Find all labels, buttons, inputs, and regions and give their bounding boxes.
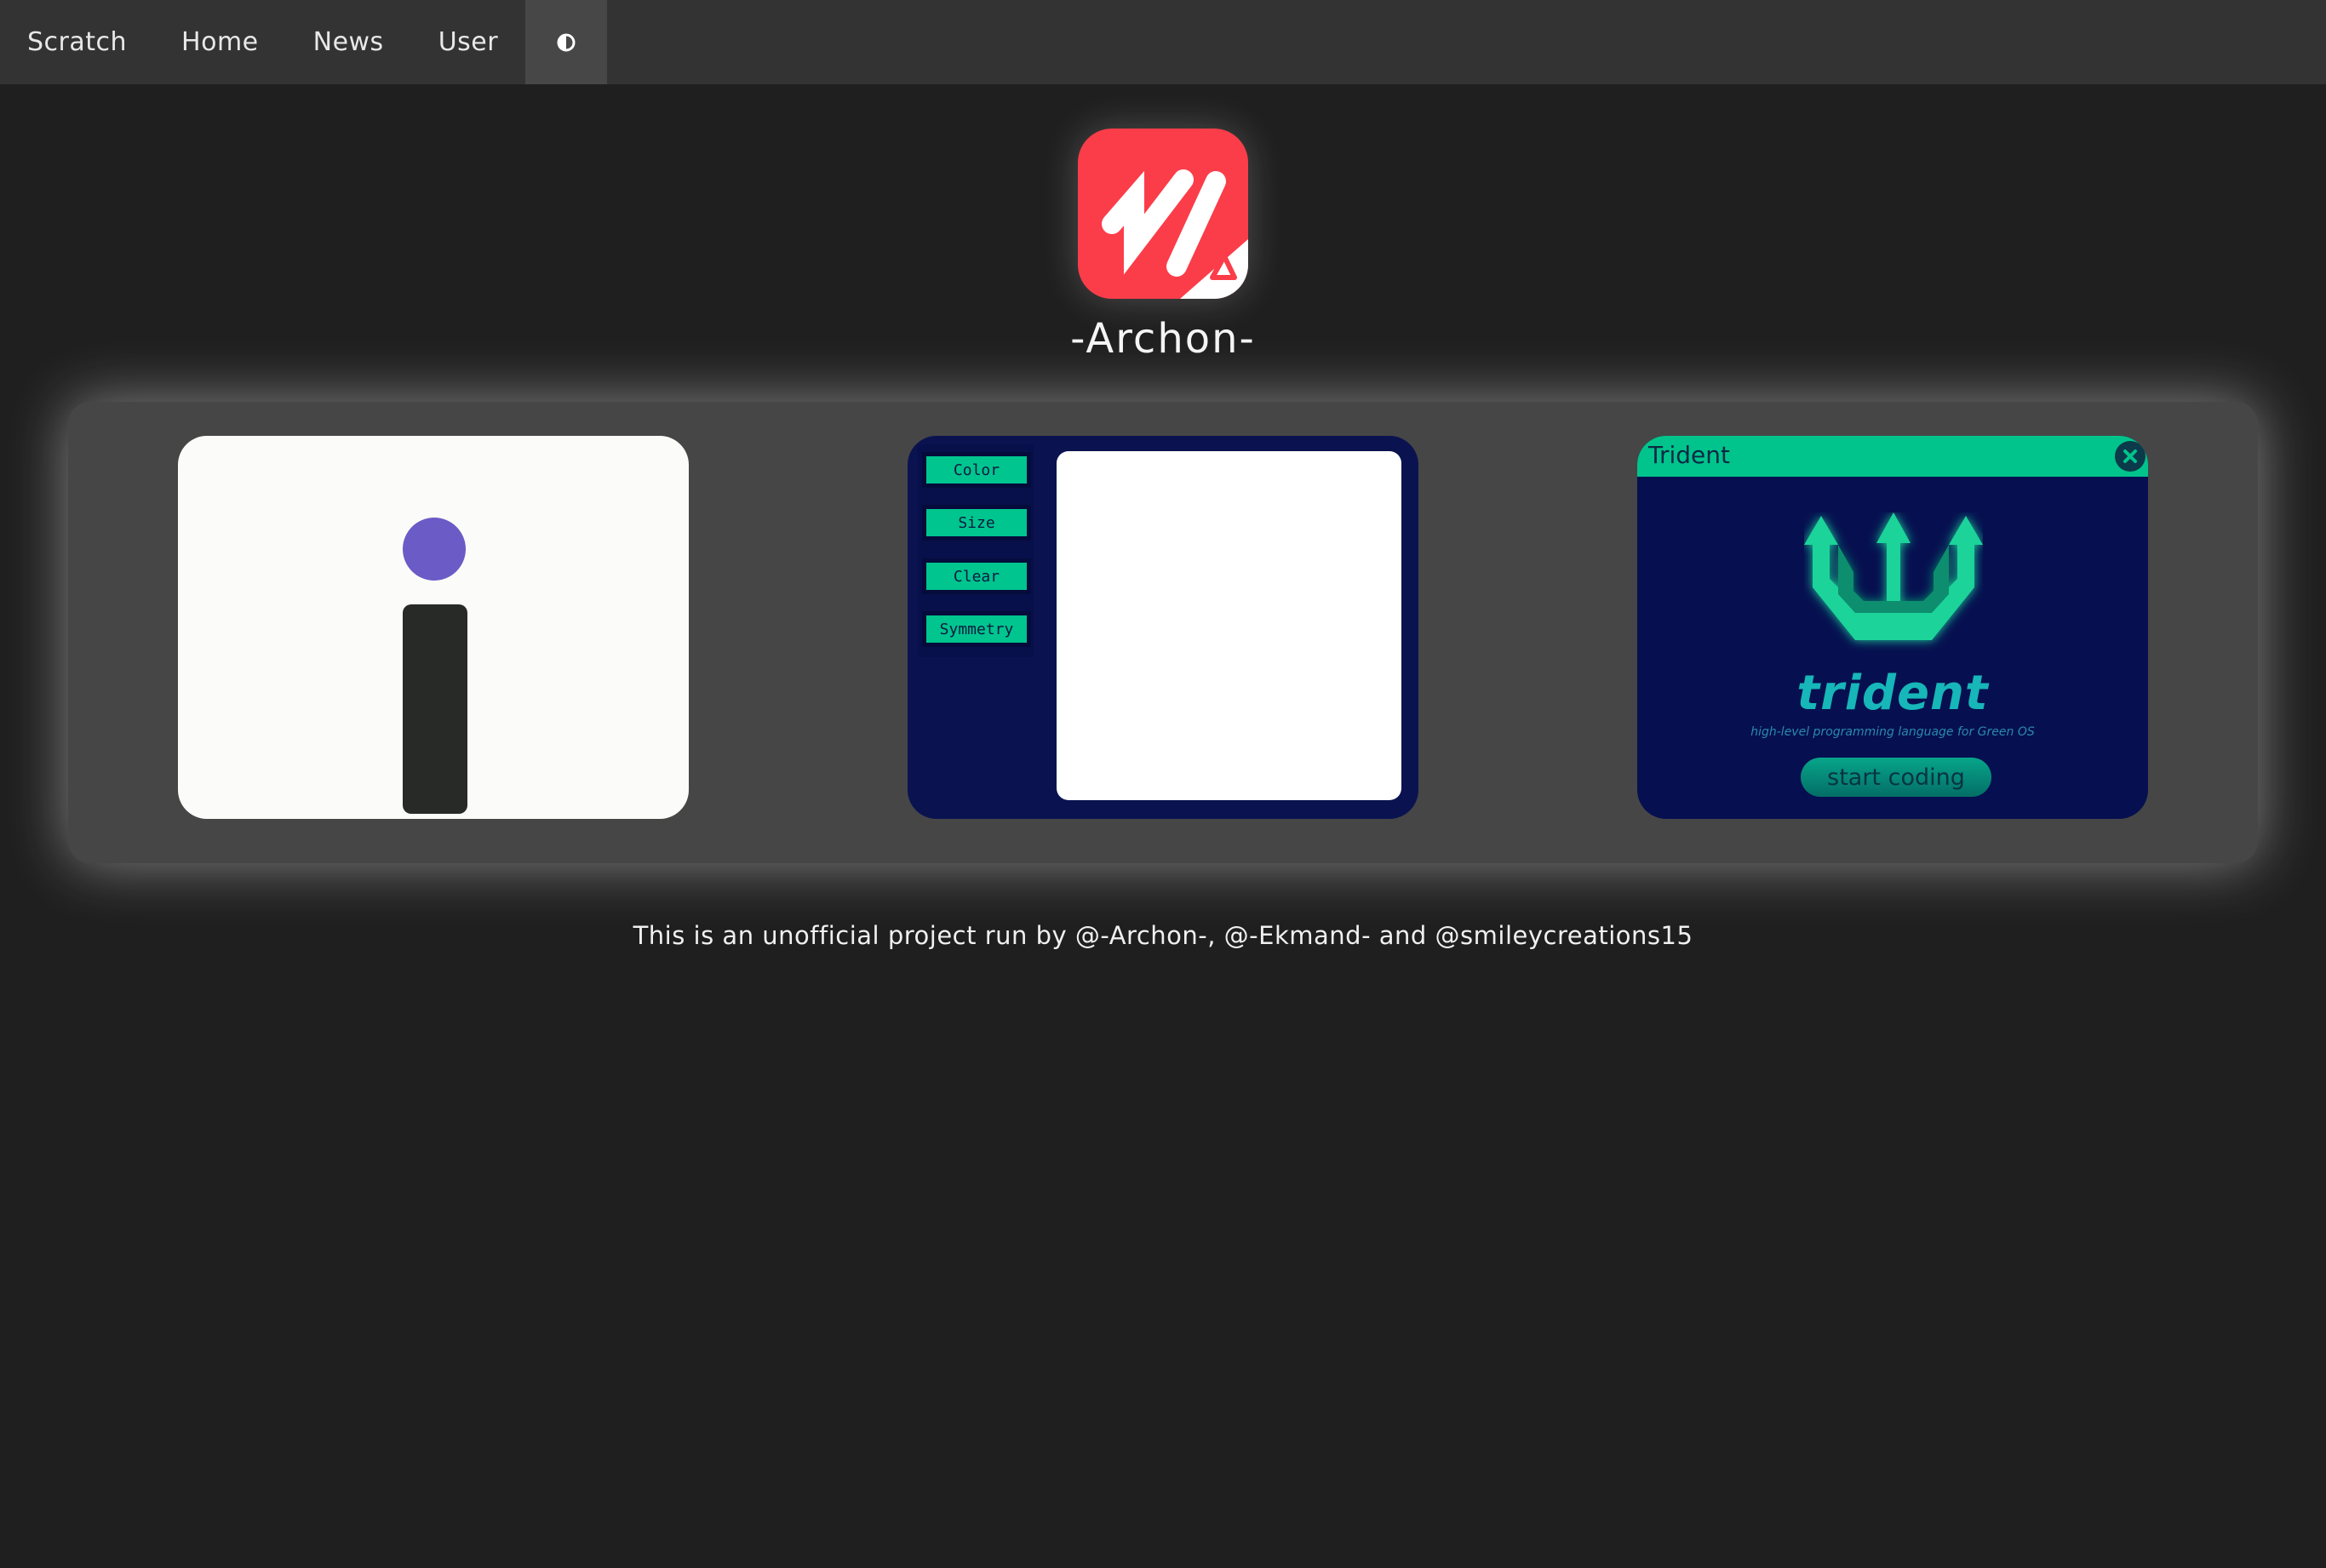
paint-canvas[interactable] [1057,451,1401,800]
symmetry-button[interactable]: Symmetry [926,615,1027,643]
footer-credits: This is an unofficial project run by @-A… [633,921,1693,950]
trident-window-title: Trident [1648,441,1731,469]
brand-title: -Archon- [1070,315,1256,363]
close-icon [2123,449,2137,463]
info-icon-dot [403,518,466,581]
nav-item-home[interactable]: Home [154,0,286,84]
archon-logo [1078,129,1248,299]
project-card-paint[interactable]: Color Size Clear Symmetry [908,436,1418,819]
project-card-trident[interactable]: Trident trident high-level programming l… [1637,436,2148,819]
project-card-info[interactable] [178,436,689,819]
trident-tagline: high-level programming language for Gree… [1750,725,2035,739]
contrast-icon [557,33,576,51]
nav-item-news[interactable]: News [286,0,411,84]
close-button[interactable] [2115,441,2146,472]
nav-item-user[interactable]: User [411,0,525,84]
trident-emblem-icon [1804,512,1983,640]
color-button[interactable]: Color [926,456,1027,484]
theme-toggle-button[interactable] [525,0,608,84]
trident-window-header: Trident [1637,436,2148,477]
nav-item-scratch[interactable]: Scratch [0,0,154,84]
paint-tool-panel: Color Size Clear Symmetry [918,444,1034,657]
trident-wordmark: trident [1796,666,1989,721]
size-button[interactable]: Size [926,509,1027,536]
top-nav-bar: Scratch Home News User [0,0,2326,84]
info-icon-stem [403,604,467,814]
project-showcase: Color Size Clear Symmetry Trident triden… [68,402,2258,863]
start-coding-button[interactable]: start coding [1801,758,1991,797]
clear-button[interactable]: Clear [926,563,1027,590]
